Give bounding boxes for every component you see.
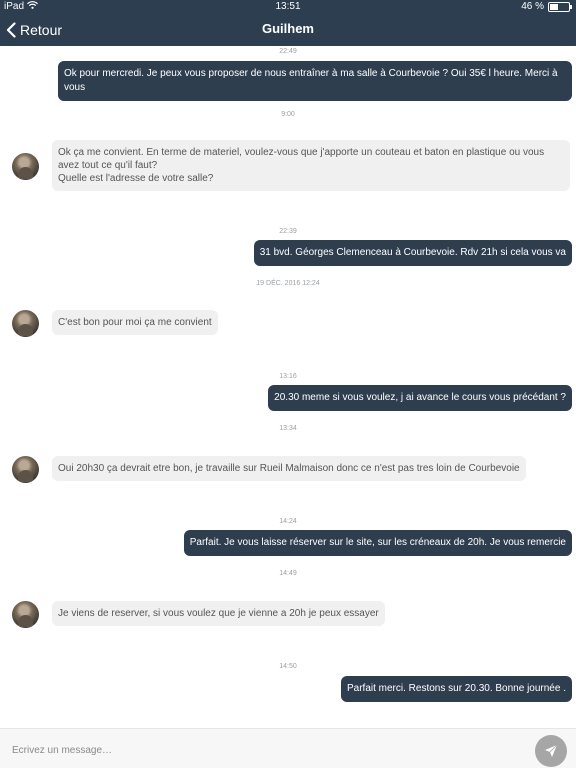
outgoing-message[interactable]: Parfait. Je vous laisse réserver sur le … — [183, 530, 572, 556]
contact-avatar[interactable] — [12, 310, 39, 337]
status-time: 13:51 — [275, 1, 301, 12]
status-bar: iPad 13:51 46 % — [0, 0, 576, 14]
timestamp: 19 DÉC. 2016 12:24 — [256, 280, 320, 287]
incoming-message[interactable]: Ok ça me convient. En terme de materiel,… — [52, 140, 570, 191]
outgoing-message[interactable]: 20.30 meme si vous voulez, j ai avance l… — [268, 385, 572, 411]
message-list[interactable]: 22:49 Ok pour mercredi. Je peux vous pro… — [0, 46, 576, 728]
contact-avatar[interactable] — [12, 456, 39, 483]
timestamp: 14:24 — [279, 518, 297, 525]
send-icon — [545, 744, 558, 757]
battery-fill — [550, 3, 559, 10]
message-composer — [0, 728, 576, 768]
send-button[interactable] — [535, 735, 567, 767]
incoming-message[interactable]: Oui 20h30 ça devrait etre bon, je travai… — [52, 456, 526, 481]
timestamp: 14:49 — [279, 570, 297, 577]
timestamp: 14:50 — [279, 663, 297, 670]
outgoing-message[interactable]: 31 bvd. Géorges Clemenceau à Courbevoie.… — [253, 240, 572, 266]
timestamp: 13:16 — [279, 373, 297, 380]
timestamp: 22:39 — [279, 228, 297, 235]
incoming-message[interactable]: Je viens de reserver, si vous voulez que… — [52, 601, 385, 626]
timestamp: 22:49 — [279, 48, 297, 55]
navigation-bar: Retour Guilhem — [0, 14, 576, 46]
contact-avatar[interactable] — [12, 153, 39, 180]
message-input[interactable] — [10, 739, 514, 761]
incoming-message[interactable]: C'est bon pour moi ça me convient — [52, 310, 218, 335]
timestamp: 13:34 — [279, 425, 297, 432]
status-right: 46 % — [521, 1, 572, 12]
conversation-title: Guilhem — [261, 21, 314, 36]
battery-percent: 46 % — [521, 1, 544, 12]
timestamp: 9:00 — [281, 111, 295, 118]
contact-avatar[interactable] — [12, 601, 39, 628]
outgoing-message[interactable]: Parfait merci. Restons sur 20.30. Bonne … — [340, 676, 572, 702]
outgoing-message[interactable]: Ok pour mercredi. Je peux vous proposer … — [58, 61, 572, 101]
battery-icon — [548, 1, 572, 12]
